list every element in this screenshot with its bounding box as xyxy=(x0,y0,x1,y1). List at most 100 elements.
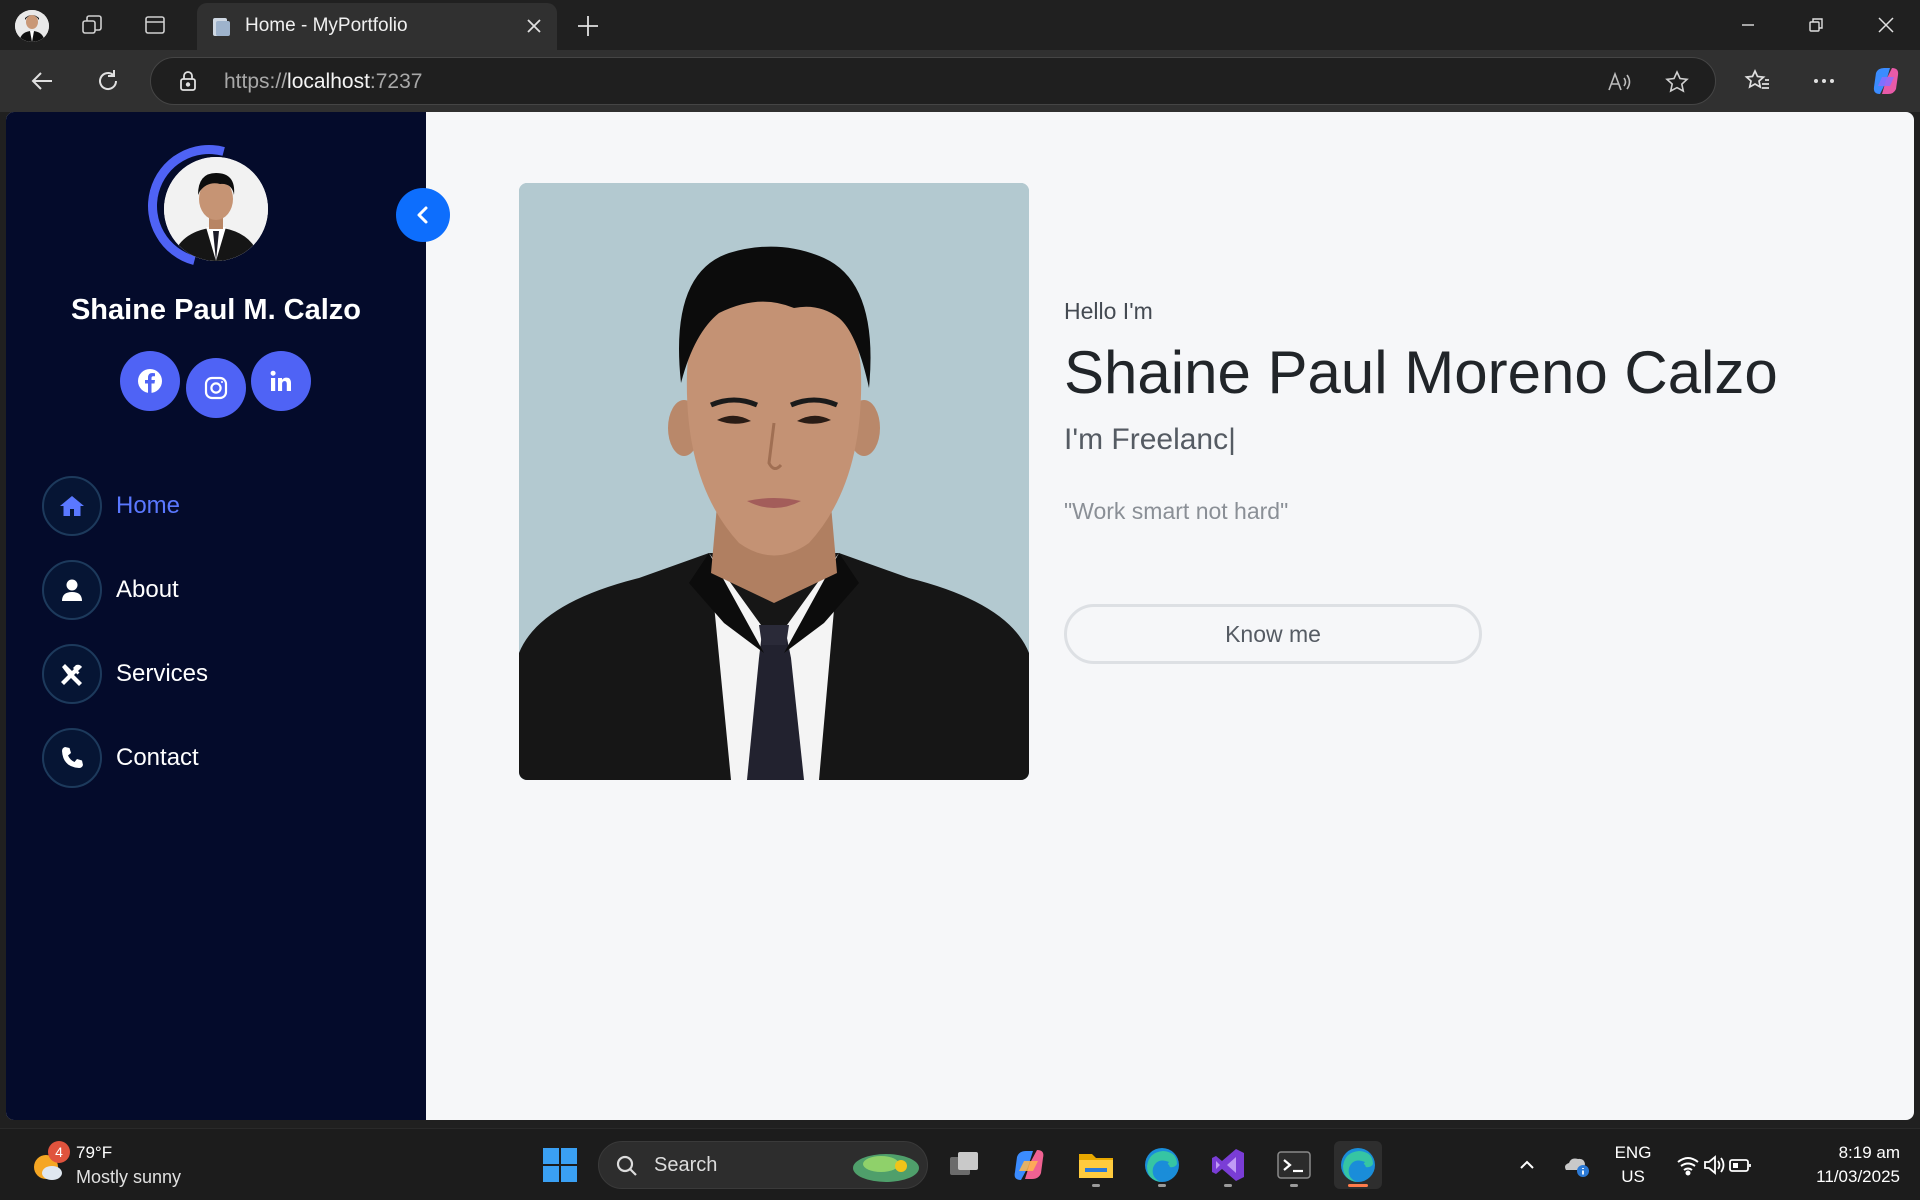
onedrive-tray[interactable] xyxy=(1552,1141,1600,1189)
browser-toolbar: https://localhost:7237 xyxy=(0,50,1920,112)
home-icon xyxy=(42,476,102,536)
back-icon[interactable] xyxy=(24,63,60,99)
linkedin-icon xyxy=(270,370,291,391)
browser-tab-active[interactable]: Home - MyPortfolio xyxy=(197,3,557,50)
nav-item-home[interactable]: Home xyxy=(42,476,382,536)
hero-typed-role: I'm Freelanc| xyxy=(1064,423,1236,456)
sidebar-collapse-button[interactable] xyxy=(396,188,450,242)
search-icon xyxy=(616,1155,637,1176)
url-scheme: https:// xyxy=(224,70,288,93)
search-label: Search xyxy=(654,1154,718,1176)
close-window-icon[interactable] xyxy=(1852,0,1920,50)
browser-tab-bar: Home - MyPortfolio xyxy=(0,0,1920,50)
chevron-up-icon xyxy=(1520,1160,1534,1169)
nav-label-home: Home xyxy=(116,492,181,519)
instagram-icon xyxy=(204,376,228,400)
nav-label-about: About xyxy=(116,576,179,603)
tools-icon xyxy=(42,644,102,704)
favorite-star-icon[interactable] xyxy=(1664,69,1690,95)
profile-photo xyxy=(519,183,1029,780)
system-clock[interactable]: 8:19 am 11/03/2025 xyxy=(1816,1141,1900,1189)
edge-icon xyxy=(1145,1148,1179,1182)
language-indicator[interactable]: ENG US xyxy=(1608,1141,1658,1189)
task-view-icon xyxy=(950,1152,978,1175)
edge-app-active[interactable] xyxy=(1334,1141,1382,1189)
onedrive-info-icon xyxy=(1565,1158,1589,1177)
profile-avatar xyxy=(125,122,293,290)
workspaces-icon[interactable] xyxy=(77,10,107,40)
chevron-left-icon xyxy=(417,206,428,224)
url-port: :7237 xyxy=(369,70,423,93)
nav-item-about[interactable]: About xyxy=(42,560,382,620)
region-code: US xyxy=(1621,1167,1645,1186)
language-code: ENG xyxy=(1614,1143,1652,1162)
url-host: localhost xyxy=(287,70,370,93)
task-view-button[interactable] xyxy=(940,1141,988,1189)
phone-icon xyxy=(42,728,102,788)
hero-quote: "Work smart not hard" xyxy=(1064,498,1289,524)
copilot-app-icon xyxy=(1014,1150,1044,1180)
weather-badge: 4 xyxy=(48,1141,70,1163)
weather-description[interactable]: Mostly sunny xyxy=(76,1167,181,1188)
browser-profile-avatar[interactable] xyxy=(15,10,49,42)
user-icon xyxy=(42,560,102,620)
favorites-icon[interactable] xyxy=(1740,63,1776,99)
new-tab-icon[interactable] xyxy=(574,12,602,40)
battery-icon xyxy=(1729,1159,1751,1172)
volume-icon xyxy=(1704,1155,1725,1175)
wifi-icon xyxy=(1677,1157,1699,1176)
read-aloud-icon[interactable] xyxy=(1606,69,1632,95)
copilot-app[interactable] xyxy=(1005,1141,1053,1189)
terminal-app[interactable] xyxy=(1270,1141,1318,1189)
clock-time: 8:19 am xyxy=(1838,1143,1900,1162)
visual-studio-icon xyxy=(1212,1149,1244,1181)
show-hidden-icons-button[interactable] xyxy=(1502,1141,1552,1189)
know-me-button[interactable]: Know me xyxy=(1064,604,1482,664)
hero-full-name: Shaine Paul Moreno Calzo xyxy=(1064,339,1778,406)
running-indicator xyxy=(1290,1184,1298,1187)
facebook-link[interactable] xyxy=(120,351,180,411)
start-button[interactable] xyxy=(536,1141,584,1189)
nav-label-services: Services xyxy=(116,660,209,687)
terminal-icon xyxy=(1277,1151,1311,1179)
url-text[interactable]: https://localhost:7237 xyxy=(224,70,422,94)
folder-icon xyxy=(1079,1154,1113,1178)
file-explorer-app[interactable] xyxy=(1072,1141,1120,1189)
windows-taskbar: 4 79°F Mostly sunny Search ENG US 8:19 a… xyxy=(0,1128,1920,1200)
more-options-icon[interactable] xyxy=(1806,63,1842,99)
running-indicator xyxy=(1224,1184,1232,1187)
taskbar-search[interactable]: Search xyxy=(598,1141,928,1189)
running-indicator xyxy=(1158,1184,1166,1187)
hero-greeting: Hello I'm xyxy=(1064,298,1153,324)
weather-temp[interactable]: 79°F xyxy=(76,1143,112,1163)
quick-settings[interactable] xyxy=(1666,1141,1762,1189)
sidebar-name: Shaine Paul M. Calzo xyxy=(70,294,362,326)
nav-label-contact: Contact xyxy=(116,744,199,771)
clock-date: 11/03/2025 xyxy=(1816,1167,1900,1186)
instagram-link[interactable] xyxy=(186,358,246,418)
tab-title: Home - MyPortfolio xyxy=(245,15,408,36)
edge-icon xyxy=(1341,1148,1375,1182)
lock-icon[interactable] xyxy=(177,70,199,92)
copilot-icon[interactable] xyxy=(1868,63,1904,99)
page-favicon xyxy=(211,17,231,37)
linkedin-link[interactable] xyxy=(251,351,311,411)
windows-logo-icon xyxy=(543,1148,577,1182)
nav-item-contact[interactable]: Contact xyxy=(42,728,382,788)
avatar-photo xyxy=(164,157,268,261)
facebook-icon xyxy=(138,369,162,393)
search-highlight-icon xyxy=(853,1154,919,1182)
address-bar[interactable]: https://localhost:7237 xyxy=(150,57,1716,105)
running-indicator xyxy=(1348,1184,1368,1187)
edge-app[interactable] xyxy=(1138,1141,1186,1189)
refresh-icon[interactable] xyxy=(90,63,126,99)
nav-item-services[interactable]: Services xyxy=(42,644,382,704)
sidebar: Shaine Paul M. Calzo Home About Services… xyxy=(6,112,450,1120)
close-tab-icon[interactable] xyxy=(523,15,545,37)
running-indicator xyxy=(1092,1184,1100,1187)
restore-icon[interactable] xyxy=(1782,0,1850,50)
vertical-tabs-icon[interactable] xyxy=(140,10,170,40)
minimize-icon[interactable] xyxy=(1714,0,1782,50)
visual-studio-app[interactable] xyxy=(1204,1141,1252,1189)
page-viewport: Shaine Paul M. Calzo Home About Services… xyxy=(6,112,1914,1120)
